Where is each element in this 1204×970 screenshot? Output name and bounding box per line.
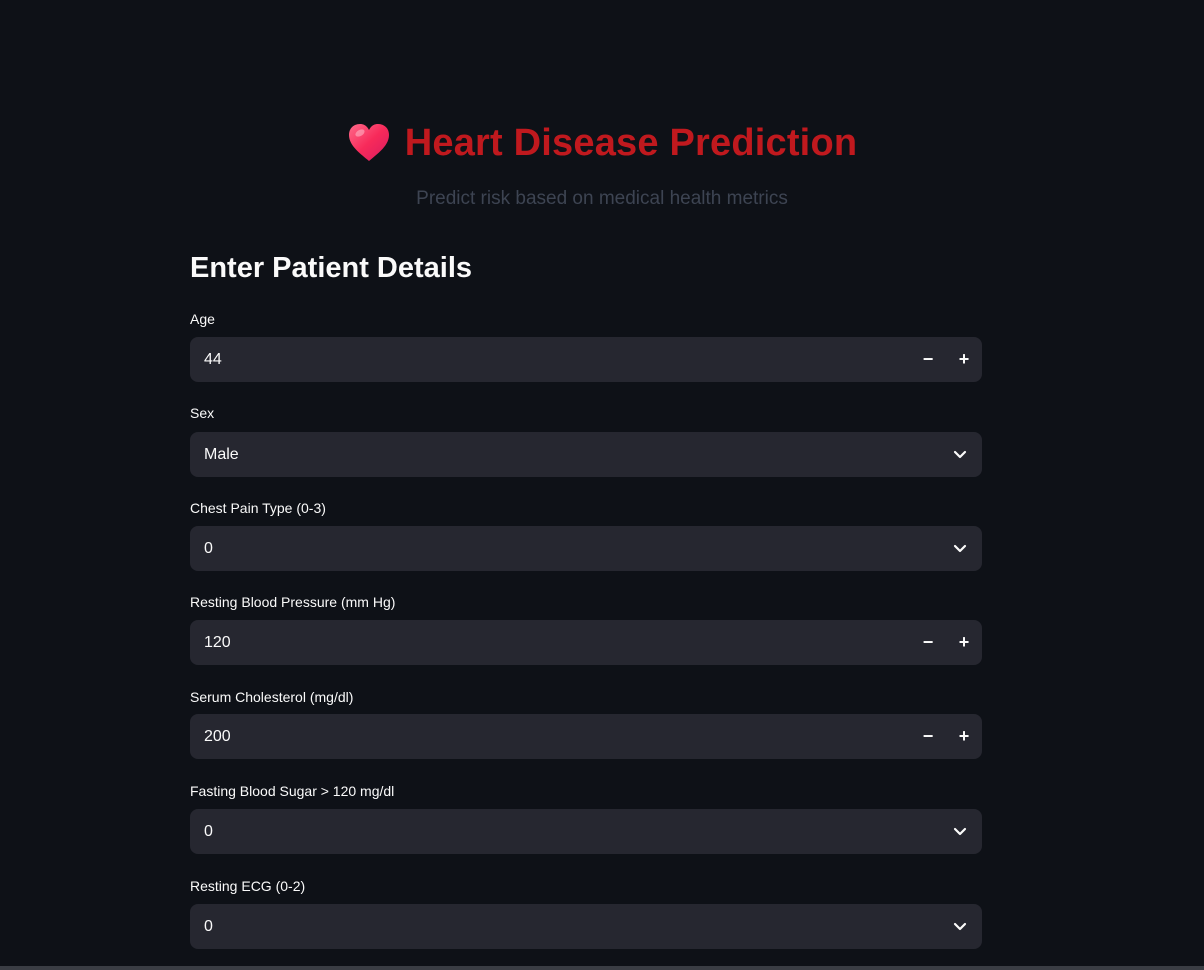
resting-ecg-label: Resting ECG (0-2): [190, 878, 306, 894]
chest-pain-label: Chest Pain Type (0-3): [190, 500, 326, 516]
cholesterol-value[interactable]: 200: [190, 728, 910, 746]
age-value[interactable]: 44: [190, 351, 910, 369]
fasting-blood-sugar-field: Fasting Blood Sugar > 120 mg/dl 0: [190, 782, 982, 854]
blood-pressure-increment-button[interactable]: +: [946, 620, 982, 665]
fasting-blood-sugar-value: 0: [204, 822, 213, 840]
fasting-blood-sugar-label: Fasting Blood Sugar > 120 mg/dl: [190, 783, 395, 799]
blood-pressure-field: Resting Blood Pressure (mm Hg) 120 − +: [190, 593, 982, 665]
age-input[interactable]: 44 − +: [190, 337, 982, 382]
cholesterol-field: Serum Cholesterol (mg/dl) 200 − +: [190, 688, 982, 759]
resting-ecg-field: Resting ECG (0-2) 0: [190, 877, 982, 949]
chevron-down-icon[interactable]: [938, 809, 982, 854]
sex-select[interactable]: Male: [190, 432, 982, 477]
blood-pressure-value[interactable]: 120: [190, 634, 910, 652]
sex-label: Sex: [190, 405, 215, 421]
chest-pain-select[interactable]: 0: [190, 526, 982, 571]
bottom-scrollbar[interactable]: [0, 966, 1204, 970]
chevron-down-icon[interactable]: [938, 432, 982, 477]
page-subtitle: Predict risk based on medical health met…: [416, 188, 788, 209]
app-root: Heart Disease Prediction Predict risk ba…: [0, 0, 1204, 970]
sex-value: Male: [204, 445, 239, 463]
chevron-down-icon[interactable]: [938, 904, 982, 949]
age-decrement-button[interactable]: −: [910, 337, 946, 382]
cholesterol-input[interactable]: 200 − +: [190, 714, 982, 759]
age-field: Age 44 − +: [190, 310, 982, 382]
patient-form: Enter Patient Details Age 44 − + Sex Mal…: [190, 250, 982, 949]
section-title: Enter Patient Details: [190, 252, 473, 284]
blood-pressure-input[interactable]: 120 − +: [190, 620, 982, 665]
fasting-blood-sugar-select[interactable]: 0: [190, 809, 982, 854]
chevron-down-icon[interactable]: [938, 526, 982, 571]
age-increment-button[interactable]: +: [946, 337, 982, 382]
title-row: Heart Disease Prediction: [0, 118, 1204, 168]
chest-pain-field: Chest Pain Type (0-3) 0: [190, 499, 982, 571]
resting-ecg-value: 0: [204, 917, 213, 935]
chest-pain-value: 0: [204, 539, 213, 557]
resting-ecg-select[interactable]: 0: [190, 904, 982, 949]
heart-icon: [347, 121, 391, 165]
blood-pressure-decrement-button[interactable]: −: [910, 620, 946, 665]
page-header: Heart Disease Prediction Predict risk ba…: [0, 118, 1204, 210]
cholesterol-decrement-button[interactable]: −: [910, 714, 946, 759]
age-label: Age: [190, 311, 215, 327]
page-title: Heart Disease Prediction: [404, 121, 858, 164]
blood-pressure-label: Resting Blood Pressure (mm Hg): [190, 594, 396, 610]
cholesterol-increment-button[interactable]: +: [946, 714, 982, 759]
cholesterol-label: Serum Cholesterol (mg/dl): [190, 689, 354, 705]
sex-field: Sex Male: [190, 404, 982, 477]
